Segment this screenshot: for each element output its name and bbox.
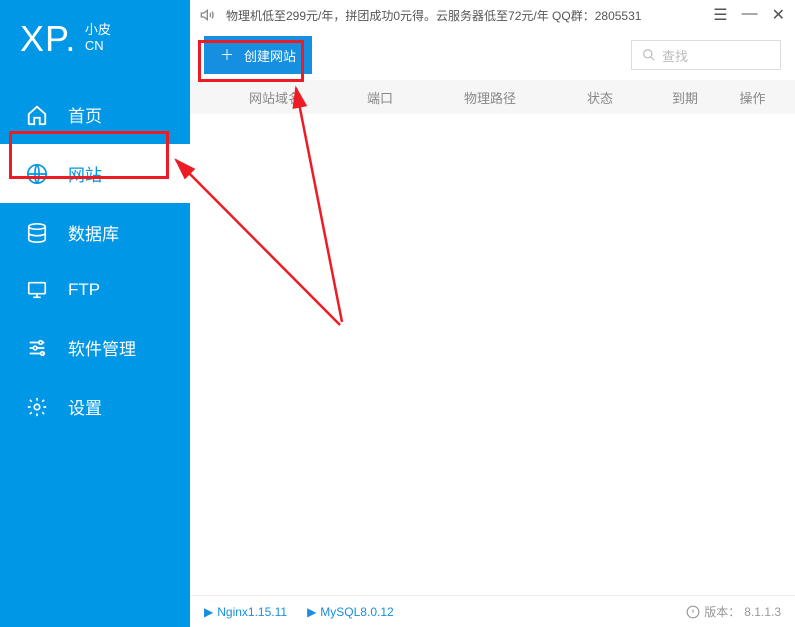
- sidebar-item-settings[interactable]: 设置: [0, 377, 190, 436]
- logo-sub: 小皮 CN: [85, 22, 111, 53]
- main: 物理机低至299元/年，拼团成功0元得。云服务器低至72元/年 QQ群：2805…: [190, 0, 795, 627]
- sidebar-item-ftp[interactable]: FTP: [0, 262, 190, 318]
- search-icon: [642, 48, 656, 62]
- menu-icon[interactable]: ☰: [713, 5, 727, 25]
- footer: ▶ Nginx1.15.11 ▶ MySQL8.0.12 版本： 8.1.1.3: [190, 595, 795, 627]
- th-action: 操作: [730, 88, 775, 107]
- play-icon: ▶: [204, 605, 213, 619]
- titlebar: 物理机低至299元/年，拼团成功0元得。云服务器低至72元/年 QQ群：2805…: [190, 0, 795, 30]
- home-icon: [24, 104, 50, 126]
- sidebar-item-software[interactable]: 软件管理: [0, 318, 190, 377]
- th-path: 物理路径: [420, 88, 560, 107]
- version: 版本： 8.1.1.3: [686, 603, 781, 620]
- th-status: 状态: [560, 88, 640, 107]
- annotation-box-sidebar: [9, 131, 169, 179]
- sliders-icon: [24, 337, 50, 359]
- search-placeholder: 查找: [662, 46, 688, 65]
- nav-label: 数据库: [68, 220, 119, 245]
- service-nginx[interactable]: ▶ Nginx1.15.11: [204, 605, 287, 619]
- nav-label: FTP: [68, 280, 100, 300]
- nav-label: 软件管理: [68, 335, 136, 360]
- logo-main: XP.: [20, 18, 76, 60]
- table-header: 网站域名 端口 物理路径 状态 到期 操作: [190, 80, 795, 114]
- table-body-empty: [190, 114, 795, 579]
- sidebar: XP. 小皮 CN 首页 网站 数据库 F: [0, 0, 190, 627]
- logo: XP. 小皮 CN: [0, 0, 190, 80]
- promo-text: 物理机低至299元/年，拼团成功0元得。云服务器低至72元/年 QQ群：2805…: [226, 7, 713, 24]
- play-icon: ▶: [307, 605, 316, 619]
- th-domain: 网站域名: [210, 88, 340, 107]
- annotation-box-button: [198, 40, 304, 82]
- minimize-icon[interactable]: —: [742, 5, 758, 25]
- search-input[interactable]: 查找: [631, 40, 781, 70]
- nav-label: 首页: [68, 102, 102, 127]
- close-icon[interactable]: ✕: [772, 5, 785, 25]
- gear-icon: [24, 396, 50, 418]
- sound-icon[interactable]: [200, 7, 216, 23]
- nav-label: 设置: [68, 394, 102, 419]
- window-controls: ☰ — ✕: [713, 5, 785, 25]
- monitor-icon: [24, 279, 50, 301]
- service-mysql[interactable]: ▶ MySQL8.0.12: [307, 605, 394, 619]
- th-expire: 到期: [640, 88, 730, 107]
- database-icon: [24, 222, 50, 244]
- th-port: 端口: [340, 88, 420, 107]
- sidebar-item-database[interactable]: 数据库: [0, 203, 190, 262]
